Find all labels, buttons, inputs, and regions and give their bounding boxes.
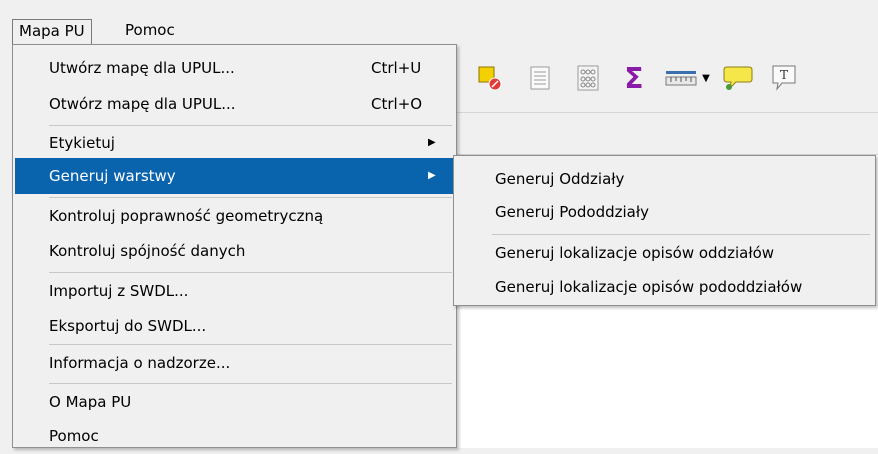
- menu-item-label: Etykietuj: [49, 134, 115, 152]
- attribute-table-icon[interactable]: [522, 58, 558, 98]
- menu-item-label: Importuj z SWDL...: [49, 282, 189, 300]
- submenu-item-generuj-pododdzialy[interactable]: Generuj Pododdziały: [456, 194, 871, 230]
- toolbar: Σ ▼ T: [440, 48, 878, 110]
- submenu-arrow-icon: ▶: [428, 137, 436, 148]
- submenu-item-generuj-oddzialy[interactable]: Generuj Oddziały: [456, 161, 871, 197]
- menu-item-label: Kontroluj spójność danych: [49, 242, 246, 260]
- menu-item-label: Generuj warstwy: [49, 167, 176, 185]
- submenu-item-lokalizacje-oddzialow[interactable]: Generuj lokalizacje opisów oddziałów: [456, 235, 871, 271]
- measure-icon[interactable]: [664, 58, 698, 98]
- menu-item-eksportuj-swdl[interactable]: Eksportuj do SWDL...: [15, 308, 453, 344]
- menu-item-label: O Mapa PU: [49, 393, 132, 411]
- menu-item-o-mapa-pu[interactable]: O Mapa PU: [15, 384, 453, 420]
- menu-item-informacja-nadzor[interactable]: Informacja o nadzorze...: [15, 345, 453, 381]
- chevron-down-icon[interactable]: ▼: [698, 58, 714, 98]
- menu-item-kontroluj-geometrie[interactable]: Kontroluj poprawność geometryczną: [15, 198, 453, 234]
- menu-item-label: Kontroluj poprawność geometryczną: [49, 207, 324, 225]
- menu-item-label: Generuj lokalizacje opisów pododdziałów: [495, 278, 803, 296]
- menu-item-label: Otwórz mapę dla UPUL...: [49, 95, 236, 113]
- generuj-warstwy-submenu: Generuj Oddziały Generuj Pododdziały Gen…: [453, 155, 876, 306]
- menu-item-label: Utwórz mapę dla UPUL...: [49, 59, 235, 77]
- menu-item-etykietuj[interactable]: Etykietuj ▶: [15, 125, 453, 161]
- menu-item-pomoc[interactable]: Pomoc: [15, 418, 453, 454]
- menu-item-label: Generuj Pododdziały: [495, 203, 649, 221]
- menubar-item-pomoc[interactable]: Pomoc: [119, 19, 181, 44]
- deselect-features-icon[interactable]: [472, 58, 508, 98]
- menu-item-kontroluj-spojnosc[interactable]: Kontroluj spójność danych: [15, 233, 453, 269]
- menu-item-importuj-swdl[interactable]: Importuj z SWDL...: [15, 273, 453, 309]
- shortcut-label: Ctrl+U: [371, 59, 422, 77]
- menu-item-label: Informacja o nadzorze...: [49, 354, 231, 372]
- panel-header: [440, 113, 878, 155]
- menu-item-label: Pomoc: [49, 427, 99, 445]
- submenu-arrow-icon: ▶: [428, 170, 436, 181]
- map-tips-icon[interactable]: [720, 58, 756, 98]
- menubar-item-label: Pomoc: [125, 21, 175, 39]
- submenu-item-lokalizacje-pododdzialow[interactable]: Generuj lokalizacje opisów pododdziałów: [456, 269, 871, 305]
- mapa-pu-menu: Utwórz mapę dla UPUL... Ctrl+U Otwórz ma…: [12, 44, 457, 448]
- menubar-item-label: Mapa PU: [19, 22, 85, 40]
- menu-item-label: Generuj lokalizacje opisów oddziałów: [495, 244, 775, 262]
- menu-item-label: Eksportuj do SWDL...: [49, 317, 207, 335]
- menu-item-label: Generuj Oddziały: [495, 170, 625, 188]
- menu-item-generuj-warstwy[interactable]: Generuj warstwy ▶: [15, 158, 453, 194]
- text-annotation-icon[interactable]: T: [766, 58, 802, 98]
- statistics-sum-icon[interactable]: Σ: [616, 58, 652, 98]
- menubar-item-mapa-pu[interactable]: Mapa PU: [12, 19, 92, 44]
- menubar: Mapa PU Pomoc: [0, 0, 878, 44]
- svg-text:T: T: [780, 68, 788, 82]
- field-calculator-icon[interactable]: [570, 58, 606, 98]
- shortcut-label: Ctrl+O: [371, 95, 423, 113]
- menu-item-otworz-mape[interactable]: Otwórz mapę dla UPUL... Ctrl+O: [15, 86, 453, 122]
- menu-item-utworz-mape[interactable]: Utwórz mapę dla UPUL... Ctrl+U: [15, 50, 453, 86]
